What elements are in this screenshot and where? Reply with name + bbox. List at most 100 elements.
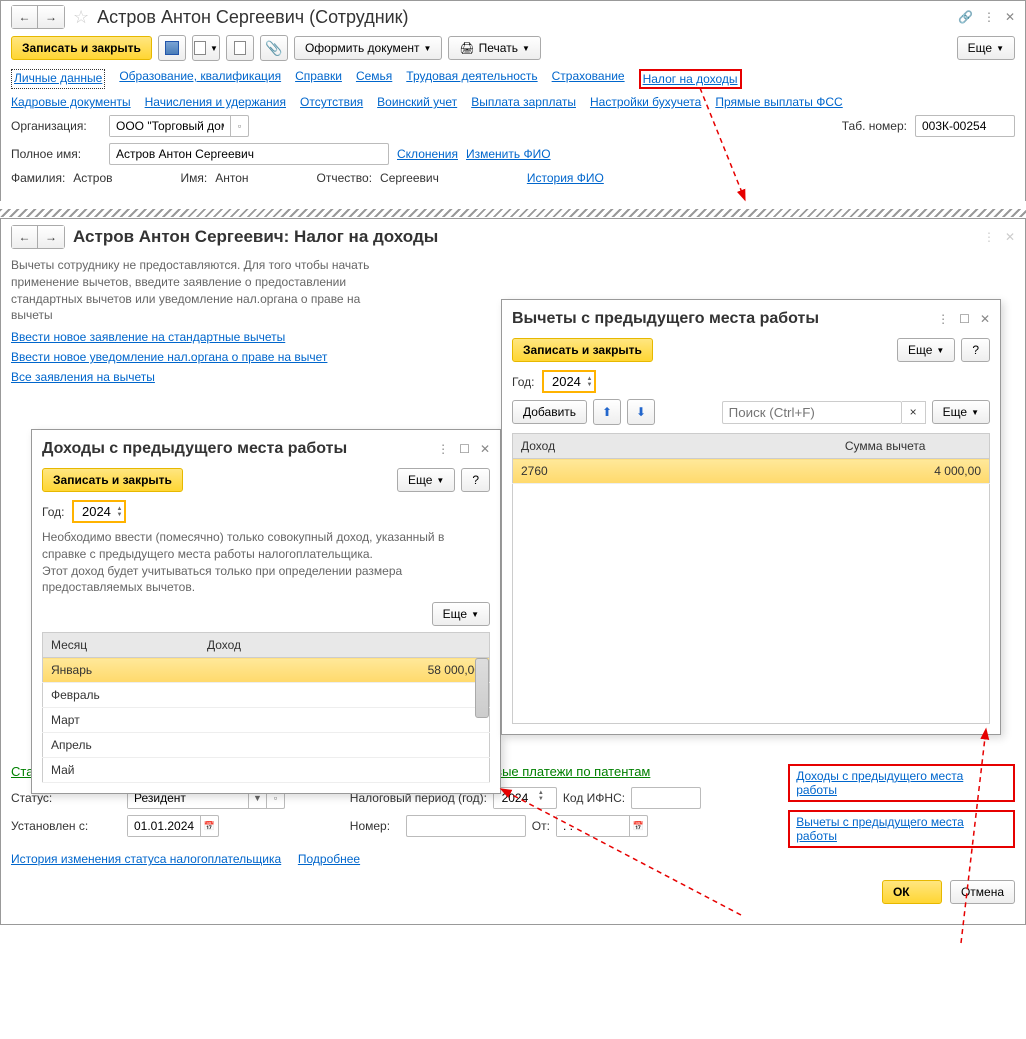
ok-button[interactable]: ОК	[882, 880, 942, 904]
calendar-icon[interactable]: 📅	[629, 816, 647, 836]
fullname-input[interactable]	[109, 143, 389, 165]
link-icon[interactable]: 🔗	[958, 10, 973, 24]
tab-hr-docs[interactable]: Кадровые документы	[11, 95, 131, 109]
org-combo[interactable]: ▫	[109, 115, 249, 137]
star-icon[interactable]: ☆	[73, 7, 89, 28]
save-close-button[interactable]: Записать и закрыть	[11, 36, 152, 60]
status-history-link[interactable]: История изменения статуса налогоплательщ…	[11, 852, 281, 866]
kebab-icon[interactable]: ⋮	[983, 10, 995, 24]
income-help-button[interactable]: ?	[461, 468, 490, 492]
set-from-input[interactable]	[128, 816, 200, 836]
deduct-prev-link[interactable]: Вычеты с предыдущего места работы	[796, 815, 964, 843]
number-input[interactable]	[406, 815, 526, 837]
year-down-icon[interactable]: ▼	[586, 382, 592, 388]
org-input[interactable]	[110, 116, 230, 136]
close-icon[interactable]: ✕	[1005, 10, 1015, 24]
deduct-help-button[interactable]: ?	[961, 338, 990, 362]
table-row[interactable]: 27604 000,00	[513, 459, 990, 484]
tab-education[interactable]: Образование, квалификация	[119, 69, 281, 89]
deduct-table[interactable]: Доход Сумма вычета 27604 000,00	[512, 433, 990, 724]
period-down-icon[interactable]: ▼	[538, 796, 544, 802]
deduct-panel-title: Вычеты с предыдущего места работы	[512, 310, 937, 328]
deduct-year-label: Год:	[512, 375, 534, 389]
sub-kebab-icon[interactable]: ⋮	[983, 230, 995, 244]
income-year-label: Год:	[42, 505, 64, 519]
from-date-input[interactable]	[557, 816, 629, 836]
sub-close-icon[interactable]: ✕	[1005, 230, 1015, 244]
period-input-wrap[interactable]: ▲▼	[493, 787, 557, 809]
tab-absences[interactable]: Отсутствия	[300, 95, 363, 109]
deduct-kebab-icon[interactable]: ⋮	[937, 312, 949, 326]
tab-accruals[interactable]: Начисления и удержания	[145, 95, 286, 109]
income-prev-link[interactable]: Доходы с предыдущего места работы	[796, 769, 963, 797]
tab-military[interactable]: Воинский учет	[377, 95, 457, 109]
more-button[interactable]: Еще ▼	[957, 36, 1015, 60]
from-date[interactable]: 📅	[556, 815, 648, 837]
table-row[interactable]: Апрель	[43, 733, 490, 758]
fio-history-link[interactable]: История ФИО	[527, 171, 604, 185]
tab-family[interactable]: Семья	[356, 69, 392, 89]
deduct-year-input[interactable]	[546, 374, 586, 389]
move-up-button[interactable]: ⬆	[593, 399, 621, 425]
declension-link[interactable]: Склонения	[397, 147, 458, 161]
sub-forward-button[interactable]: →	[38, 226, 64, 248]
scrollbar-thumb[interactable]	[475, 658, 489, 718]
tabs-row-2: Кадровые документы Начисления и удержани…	[11, 95, 1015, 109]
more-info-link[interactable]: Подробнее	[298, 852, 360, 866]
tab-accounting[interactable]: Настройки бухучета	[590, 95, 701, 109]
tab-fss[interactable]: Прямые выплаты ФСС	[715, 95, 842, 109]
deduct-year-box: ▲▼	[542, 370, 596, 393]
income-table[interactable]: Месяц Доход Январь58 000,00 Февраль Март…	[42, 632, 490, 783]
attach-button[interactable]: 📎	[260, 35, 288, 61]
doc-button[interactable]	[226, 35, 254, 61]
patronymic-value: Сергеевич	[380, 171, 439, 185]
name-value: Антон	[215, 171, 248, 185]
income-maximize-icon[interactable]: ☐	[459, 442, 470, 456]
move-down-button[interactable]: ⬇	[627, 399, 655, 425]
file-dropdown-button[interactable]: ▼	[192, 35, 220, 61]
back-button[interactable]: ←	[12, 6, 38, 28]
tab-number-input[interactable]	[915, 115, 1015, 137]
table-row[interactable]: Январь58 000,00	[43, 658, 490, 683]
save-button[interactable]	[158, 35, 186, 61]
income-save-close-button[interactable]: Записать и закрыть	[42, 468, 183, 492]
table-row[interactable]: Февраль	[43, 683, 490, 708]
year-down-icon[interactable]: ▼	[116, 512, 122, 518]
ifns-label: Код ИФНС:	[563, 791, 625, 805]
tab-references[interactable]: Справки	[295, 69, 342, 89]
org-open-icon[interactable]: ▫	[230, 116, 248, 136]
add-button[interactable]: Добавить	[512, 400, 587, 424]
change-fio-link[interactable]: Изменить ФИО	[466, 147, 551, 161]
deduct-close-icon[interactable]: ✕	[980, 312, 990, 326]
create-doc-button[interactable]: Оформить документ ▼	[294, 36, 442, 60]
cancel-button[interactable]: Отмена	[950, 880, 1015, 904]
print-button[interactable]: 🖨 Печать ▼	[448, 36, 540, 60]
deduct-more-button[interactable]: Еще ▼	[897, 338, 955, 362]
deduct-save-close-button[interactable]: Записать и закрыть	[512, 338, 653, 362]
income-close-icon[interactable]: ✕	[480, 442, 490, 456]
forward-button[interactable]: →	[38, 6, 64, 28]
table-row[interactable]: Май	[43, 758, 490, 783]
deduct-maximize-icon[interactable]: ☐	[959, 312, 970, 326]
income-info-text: Необходимо ввести (помесячно) только сов…	[42, 529, 490, 596]
sub-back-button[interactable]: ←	[12, 226, 38, 248]
ifns-input[interactable]	[631, 787, 701, 809]
income-more-button[interactable]: Еще ▼	[397, 468, 455, 492]
from-label: От:	[532, 819, 550, 833]
search-input[interactable]	[722, 401, 902, 424]
table-row[interactable]: Март	[43, 708, 490, 733]
deduct-table-more-button[interactable]: Еще ▼	[932, 400, 990, 424]
set-from-date[interactable]: 📅	[127, 815, 219, 837]
search-clear-icon[interactable]: ×	[902, 401, 926, 424]
calendar-icon[interactable]: 📅	[200, 816, 218, 836]
tab-insurance[interactable]: Страхование	[552, 69, 625, 89]
income-prev-link-box: Доходы с предыдущего места работы	[788, 764, 1015, 802]
tab-employment[interactable]: Трудовая деятельность	[406, 69, 537, 89]
tab-salary[interactable]: Выплата зарплаты	[471, 95, 576, 109]
tab-personal[interactable]: Личные данные	[11, 69, 105, 89]
income-kebab-icon[interactable]: ⋮	[437, 442, 449, 456]
income-table-more-button[interactable]: Еще ▼	[432, 602, 490, 626]
tab-number-label: Таб. номер:	[842, 119, 907, 133]
income-year-input[interactable]	[76, 504, 116, 519]
tab-income-tax[interactable]: Налог на доходы	[639, 69, 742, 89]
